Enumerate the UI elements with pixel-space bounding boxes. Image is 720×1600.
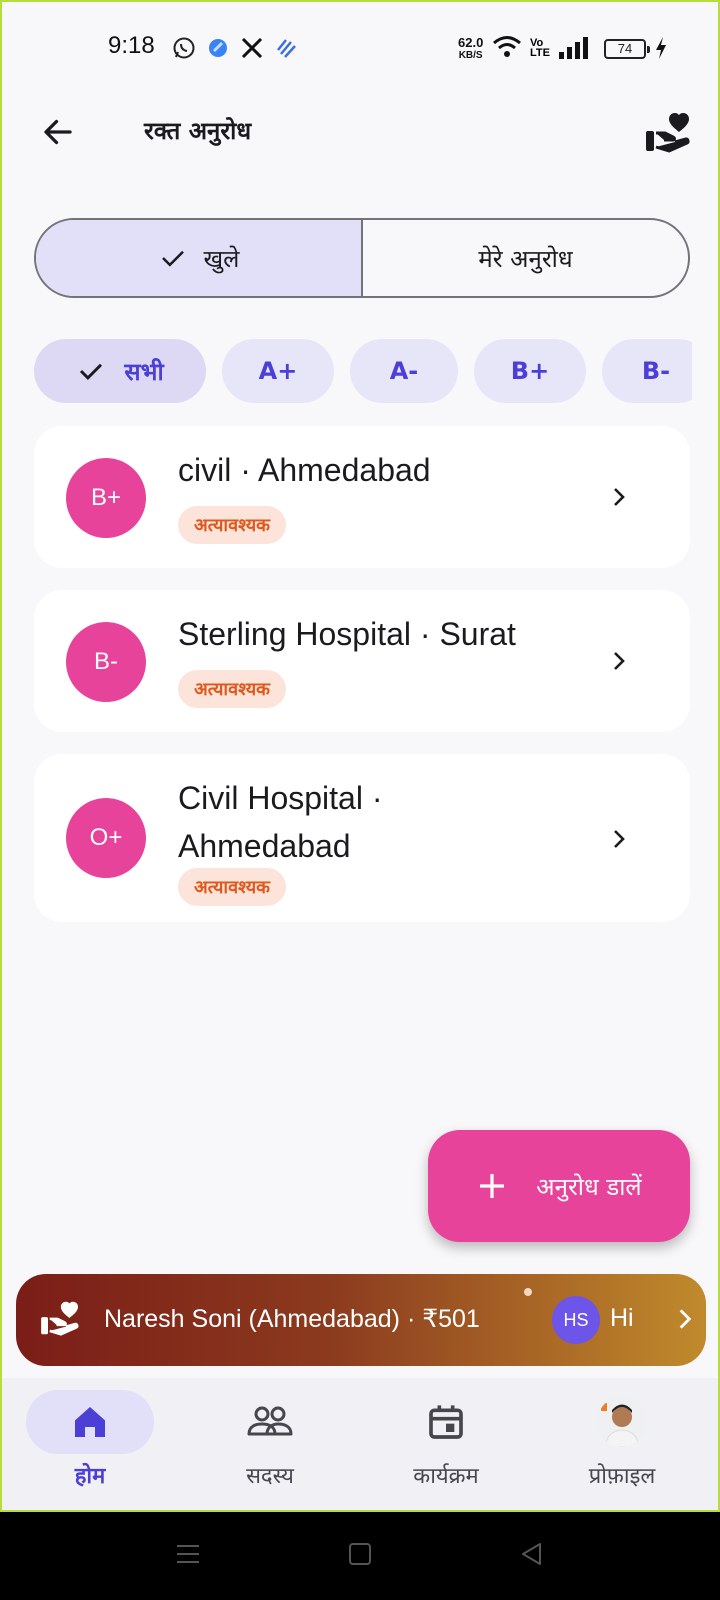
blood-group-chips: सभी A+ A- B+ B- [34,339,692,405]
page-title: रक्त अनुरोध [144,117,252,145]
net-speed: 62.0 KB/S [458,36,483,62]
nav-events[interactable]: कार्यक्रम [358,1378,538,1510]
request-title: Sterling Hospital · Surat [178,616,516,652]
ticker-donation-text: Naresh Soni (Ahmedabad) · ₹501 [104,1305,480,1333]
fab-label: अनुरोध डालें [536,1172,642,1201]
nav-members-indicator [206,1390,334,1454]
arrow-back-icon [44,119,72,145]
chip-a-pos[interactable]: A+ [222,339,334,403]
ticker-avatar: HS [552,1296,600,1344]
blood-group-avatar: O+ [66,798,146,878]
nav-events-indicator [382,1390,510,1454]
check-icon [161,250,184,267]
profile-avatar [597,1397,647,1447]
donate-action-button[interactable] [642,106,694,158]
blood-group-avatar: B+ [66,458,146,538]
request-card[interactable]: O+ Civil Hospital · Ahmedabad अत्यावश्यक [34,754,690,922]
chip-label: B- [641,357,671,385]
chip-label: B+ [510,357,550,385]
ticker-next-text: Hi [610,1304,634,1332]
segment-open[interactable]: खुले [36,220,363,296]
nav-events-label: कार्यक्रम [413,1464,479,1489]
net-speed-value: 62.0 [458,35,484,50]
urgency-badge: अत्यावश्यक [178,506,286,544]
volunteer-activism-icon [646,113,690,153]
chevron-right-icon [604,482,634,512]
back-button[interactable] [32,106,84,158]
bottom-navigation: होम सदस्य कार्यक्रम प्रोफ़ाइल [2,1378,718,1510]
calendar-icon [429,1405,463,1439]
ticker-indicator-dot [524,1288,532,1296]
segment-my-requests-label: मेरे अनुरोध [478,244,573,273]
battery-indicator: 74 [604,39,650,59]
app-drop-icon [206,36,230,64]
nav-home-label: होम [74,1464,106,1489]
nav-members[interactable]: सदस्य [182,1378,362,1510]
status-time: 9:18 [108,32,155,59]
app-lines-icon [274,36,298,64]
chevron-right-icon [672,1306,698,1336]
chip-b-pos[interactable]: B+ [474,339,586,403]
request-title: Civil Hospital · Ahmedabad [178,780,383,864]
back-triangle-icon[interactable] [518,1540,546,1572]
whatsapp-icon [172,36,196,64]
signal-icon [558,36,588,64]
chip-b-neg[interactable]: B- [602,339,692,403]
chip-a-neg[interactable]: A- [350,339,458,403]
blood-group-avatar: B- [66,622,146,702]
menu-icon[interactable] [174,1540,202,1572]
request-title: civil · Ahmedabad [178,452,431,488]
chip-label: सभी [124,357,164,386]
home-square-icon[interactable] [346,1540,374,1572]
net-speed-unit: KB/S [458,50,483,61]
wifi-icon [492,34,522,64]
urgency-badge: अत्यावश्यक [178,868,286,906]
members-icon [247,1406,293,1436]
segment-my-requests[interactable]: मेरे अनुरोध [363,220,688,296]
nav-members-label: सदस्य [246,1464,294,1489]
nav-home-indicator [26,1390,154,1454]
chip-all[interactable]: सभी [34,339,206,403]
system-navigation-bar [0,1512,720,1600]
chevron-right-icon [604,824,634,854]
chip-label: A- [389,357,419,385]
chip-label: A+ [258,357,298,385]
volunteer-activism-icon [40,1300,80,1340]
request-card[interactable]: B+ civil · Ahmedabad अत्यावश्यक [34,426,690,568]
segment-open-label: खुले [203,244,240,273]
nav-profile[interactable]: प्रोफ़ाइल [534,1378,714,1510]
chevron-right-icon [604,646,634,676]
charging-icon [654,36,668,64]
nav-profile-indicator [558,1390,686,1454]
request-filter-segmented: खुले मेरे अनुरोध [34,218,690,298]
volte-icon: Vo LTE [530,37,550,59]
nav-profile-label: प्रोफ़ाइल [588,1464,656,1489]
plus-icon [480,1174,505,1198]
donor-ticker[interactable]: Naresh Soni (Ahmedabad) · ₹501 HS Hi [16,1274,706,1366]
request-card[interactable]: B- Sterling Hospital · Surat अत्यावश्यक [34,590,690,732]
add-request-fab[interactable]: अनुरोध डालें [428,1130,690,1242]
x-icon [240,36,264,64]
status-bar: 9:18 62.0 KB/S Vo LTE 74 [2,2,718,98]
nav-home[interactable]: होम [2,1378,182,1510]
screen: 9:18 62.0 KB/S Vo LTE 74 रक्त अनुरोध खुल… [2,2,718,1510]
check-icon [80,363,103,380]
home-icon [75,1407,105,1437]
urgency-badge: अत्यावश्यक [178,670,286,708]
